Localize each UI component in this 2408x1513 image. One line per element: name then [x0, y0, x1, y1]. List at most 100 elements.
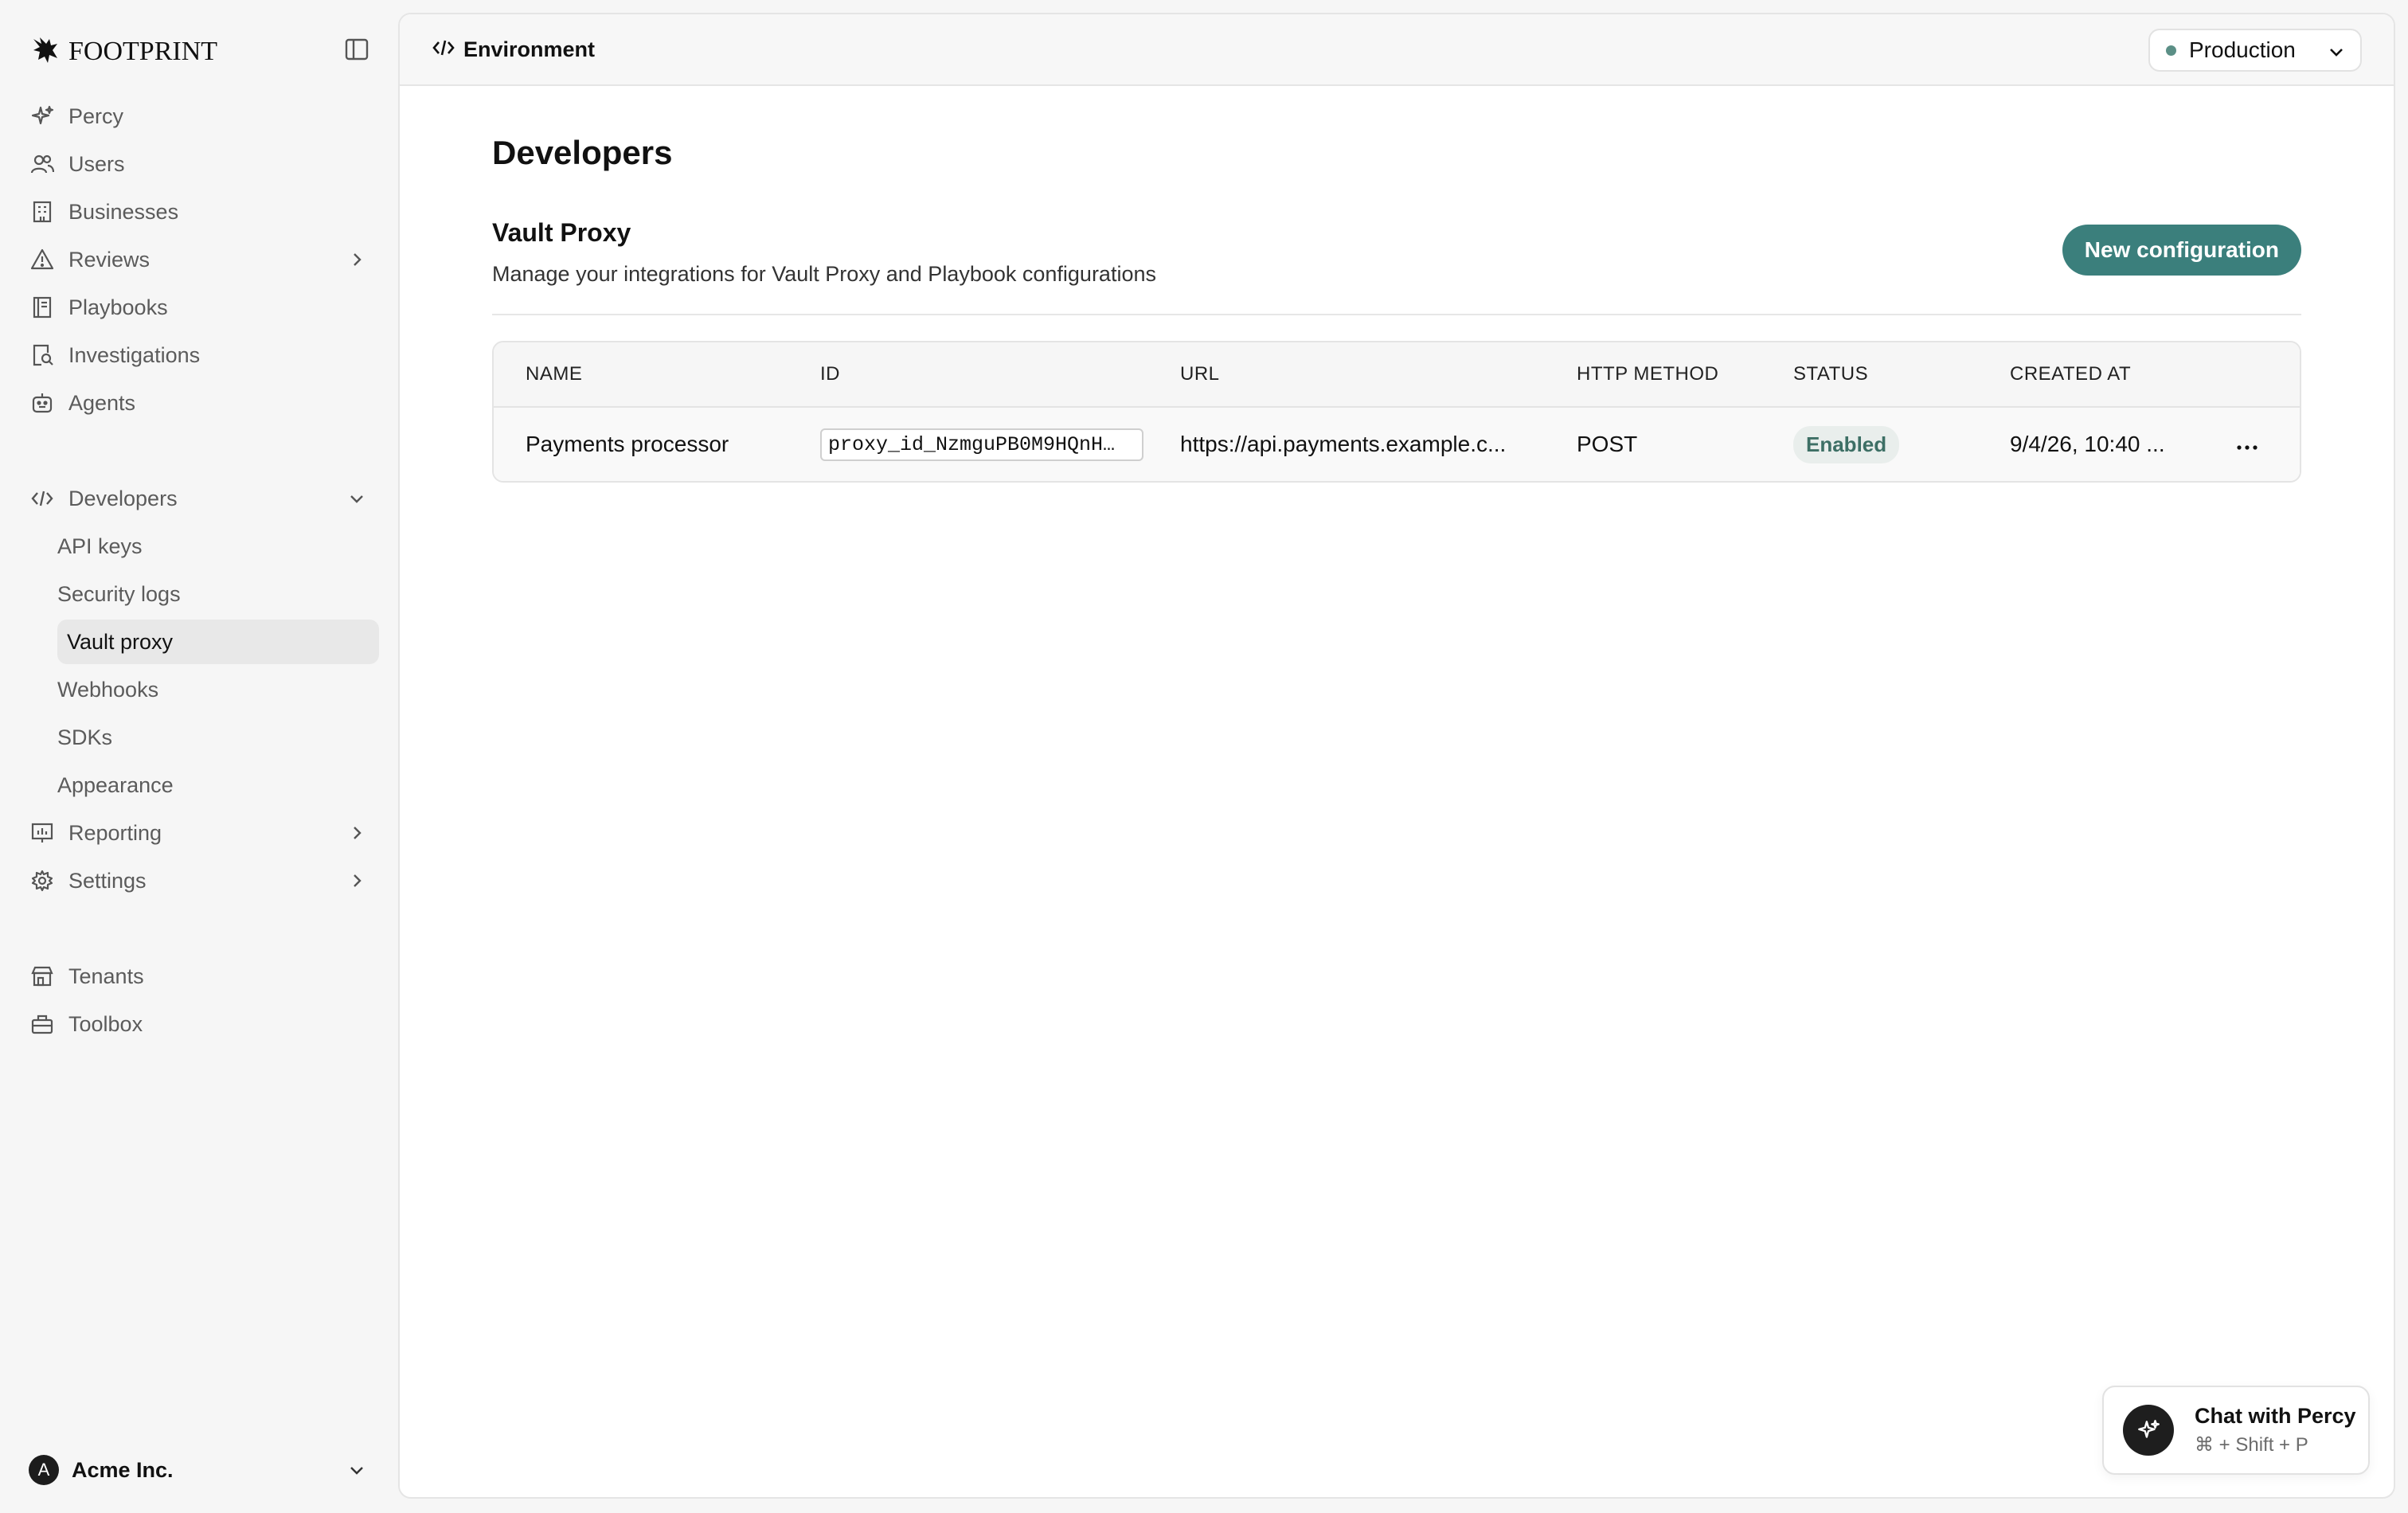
sidebar-item-tenants[interactable]: Tenants — [21, 954, 379, 999]
more-horizontal-icon — [2235, 432, 2259, 457]
sidebar-item-toolbox[interactable]: Toolbox — [21, 1002, 379, 1046]
sidebar-item-label: Toolbox — [68, 1011, 143, 1036]
environment-value: Production — [2189, 37, 2296, 62]
sidebar-item-businesses[interactable]: Businesses — [21, 190, 379, 234]
sidebar-item-users[interactable]: Users — [21, 142, 379, 186]
sidebar-item-percy[interactable]: Percy — [21, 94, 379, 139]
sidebar-item-label: Security logs — [57, 581, 181, 606]
sidebar-item-settings[interactable]: Settings — [21, 858, 379, 903]
sidebar-item-label: Playbooks — [68, 295, 168, 319]
row-id-cell: proxy_id_NzmguPB0M9HQnH… — [820, 408, 1143, 481]
brand-name: FOOTPRINT — [68, 37, 218, 66]
sidebar: FOOTPRINT Percy Users Businesses Reviews… — [0, 0, 398, 1513]
column-header-id: ID — [820, 363, 840, 385]
row-actions-cell — [2231, 408, 2263, 481]
chevron-right-icon — [346, 248, 368, 271]
users-icon — [29, 151, 56, 178]
environment-select[interactable]: Production — [2148, 29, 2362, 72]
main-panel: Environment Production Developers Vault … — [398, 13, 2395, 1499]
column-header-http-method: HTTP METHOD — [1577, 363, 1719, 385]
section-title: Vault Proxy — [492, 218, 631, 247]
chat-with-percy-card[interactable]: Chat with Percy ⌘ + Shift + P — [2102, 1386, 2370, 1475]
building-icon — [29, 198, 56, 225]
sidebar-item-investigations[interactable]: Investigations — [21, 333, 379, 377]
warning-icon — [29, 246, 56, 273]
chat-shortcut-hint: ⌘ + Shift + P — [2195, 1434, 2308, 1456]
column-header-name: NAME — [526, 363, 583, 385]
gear-icon — [29, 867, 56, 894]
code-icon — [432, 36, 455, 64]
sidebar-item-label: API keys — [57, 534, 143, 558]
sidebar-item-label: Reviews — [68, 247, 150, 272]
sidebar-item-playbooks[interactable]: Playbooks — [21, 285, 379, 330]
chevron-down-icon — [346, 487, 368, 510]
section-description: Manage your integrations for Vault Proxy… — [492, 262, 1156, 286]
row-menu-button[interactable] — [2231, 428, 2263, 460]
chevron-down-icon — [346, 1459, 368, 1481]
sidebar-item-label: Investigations — [68, 342, 201, 367]
chat-title: Chat with Percy — [2195, 1404, 2356, 1428]
sidebar-item-label: SDKs — [57, 725, 113, 749]
sidebar-item-label: Reporting — [68, 820, 162, 845]
robot-icon — [29, 389, 56, 416]
sidebar-item-label: Vault proxy — [67, 629, 174, 654]
sidebar-item-api-keys[interactable]: API keys — [21, 524, 379, 569]
account-switcher[interactable]: A Acme Inc. — [29, 1452, 373, 1488]
sidebar-item-webhooks[interactable]: Webhooks — [21, 667, 379, 712]
vault-proxy-section: Vault Proxy Manage your integrations for… — [492, 218, 2301, 315]
row-url: https://api.payments.example.c... — [1180, 432, 1507, 456]
page-title: Developers — [492, 134, 673, 171]
sidebar-item-label: Agents — [68, 390, 136, 415]
status-badge: Enabled — [1793, 425, 1900, 463]
environment-label: Environment — [463, 37, 596, 61]
sidebar-item-label: Appearance — [57, 772, 174, 797]
row-status-cell: Enabled — [1793, 408, 1900, 481]
sidebar-item-reviews[interactable]: Reviews — [21, 237, 379, 282]
status-dot-icon — [2166, 45, 2176, 56]
sidebar-item-label: Developers — [68, 486, 178, 510]
sidebar-item-label: Businesses — [68, 199, 179, 224]
search-document-icon — [29, 342, 56, 369]
sidebar-item-label: Settings — [68, 868, 147, 893]
column-header-status: STATUS — [1793, 363, 1869, 385]
account-name: Acme Inc. — [72, 1457, 174, 1482]
row-http-method: POST — [1577, 432, 1638, 456]
chevron-right-icon — [346, 822, 368, 844]
chevron-down-icon — [2325, 41, 2347, 63]
sidebar-item-label: Tenants — [68, 964, 144, 988]
column-header-url: URL — [1180, 363, 1220, 385]
sidebar-item-security-logs[interactable]: Security logs — [21, 572, 379, 616]
sidebar-item-agents[interactable]: Agents — [21, 381, 379, 425]
column-header-created-at: CREATED AT — [2010, 363, 2132, 385]
toolbox-icon — [29, 1011, 56, 1038]
sidebar-item-label: Users — [68, 151, 125, 176]
sidebar-item-appearance[interactable]: Appearance — [21, 763, 379, 807]
sparkle-icon — [2123, 1405, 2174, 1456]
vault-proxy-table: NAME ID URL HTTP METHOD STATUS CREATED A… — [492, 341, 2301, 483]
sidebar-item-developers[interactable]: Developers — [21, 476, 379, 521]
code-icon — [29, 485, 56, 512]
book-icon — [29, 294, 56, 321]
new-configuration-button[interactable]: New configuration — [2062, 225, 2301, 276]
proxy-id-chip[interactable]: proxy_id_NzmguPB0M9HQnH… — [820, 428, 1143, 461]
page-content: Developers Vault Proxy Manage your integ… — [492, 134, 2301, 483]
griffin-logo-icon — [30, 34, 62, 70]
sparkle-icon — [29, 103, 56, 130]
collapse-sidebar-button[interactable] — [341, 35, 373, 67]
sidebar-item-sdks[interactable]: SDKs — [21, 715, 379, 760]
sidebar-item-label: Percy — [68, 104, 124, 128]
brand-logo[interactable]: FOOTPRINT — [30, 32, 217, 72]
topbar: Environment Production — [400, 14, 2394, 86]
row-created-at: 9/4/26, 10:40 ... — [2010, 432, 2165, 456]
row-name: Payments processor — [526, 432, 729, 456]
sidebar-item-label: Webhooks — [57, 677, 159, 702]
sidebar-item-reporting[interactable]: Reporting — [21, 811, 379, 855]
table-row[interactable]: Payments processor proxy_id_NzmguPB0M9HQ… — [494, 408, 2300, 481]
store-icon — [29, 963, 56, 990]
chat-text: Chat with Percy ⌘ + Shift + P — [2195, 1404, 2356, 1456]
sidebar-item-vault-proxy[interactable]: Vault proxy — [57, 620, 379, 664]
chart-icon — [29, 819, 56, 846]
table-header: NAME ID URL HTTP METHOD STATUS CREATED A… — [494, 342, 2300, 408]
